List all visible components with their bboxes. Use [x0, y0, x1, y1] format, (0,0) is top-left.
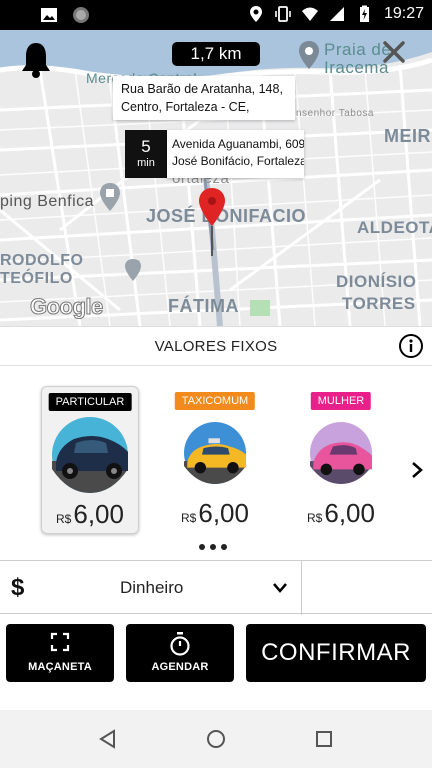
- map-label-dionisio: DIONÍSIO: [336, 272, 417, 291]
- taxi-icon: [184, 422, 246, 484]
- page-dot: [221, 544, 227, 550]
- category-badge: MULHER: [310, 392, 372, 410]
- category-price: R$6,00: [292, 498, 390, 529]
- gallery-icon: [41, 8, 57, 22]
- chevron-down-icon[interactable]: [272, 581, 288, 595]
- recents-icon[interactable]: [314, 729, 334, 749]
- map-label-benfica: ping Benfica: [0, 193, 95, 210]
- payment-method-row[interactable]: $ Dinheiro: [0, 560, 432, 615]
- category-badge: PARTICULAR: [48, 393, 132, 411]
- location-pin-icon: [199, 188, 225, 256]
- price-value: 6,00: [198, 498, 249, 528]
- payment-method-label: Dinheiro: [120, 578, 184, 597]
- notification-bell-icon[interactable]: [18, 40, 54, 80]
- category-mulher[interactable]: MULHER R$6,00: [292, 386, 390, 534]
- status-clock: 19:27: [383, 5, 424, 22]
- fixed-values-header: VALORES FIXOS: [0, 326, 432, 366]
- status-bar: 19:27: [0, 0, 432, 30]
- fixed-values-title: VALORES FIXOS: [154, 338, 278, 355]
- category-badge: TAXICOMUM: [174, 392, 256, 410]
- eta-value: 5: [141, 137, 151, 156]
- car-icon: [310, 422, 372, 484]
- currency-label: R$: [181, 511, 197, 525]
- category-taxicomum[interactable]: TAXICOMUM R$6,00: [166, 386, 264, 534]
- eta-unit: min: [137, 157, 155, 169]
- android-nav-bar: [0, 710, 432, 768]
- home-icon[interactable]: [206, 729, 226, 749]
- map-pin-small-icon: [125, 259, 141, 281]
- signal-icon: [329, 7, 344, 21]
- carousel-page-indicator: [199, 544, 227, 550]
- category-particular[interactable]: PARTICULAR R$6,00: [41, 386, 139, 534]
- eta-badge: 5 min: [125, 130, 167, 178]
- distance-badge: 1,7 km: [172, 42, 260, 66]
- map-label-teofilo: TEÓFILO: [0, 270, 73, 287]
- info-icon[interactable]: [398, 333, 424, 359]
- stopwatch-icon: [170, 632, 190, 656]
- map-label-fatima: FÁTIMA: [168, 296, 239, 316]
- shopping-pin-icon: [100, 183, 120, 211]
- price-value: 6,00: [324, 498, 375, 528]
- poi-pin-icon: [299, 41, 319, 69]
- back-icon[interactable]: [98, 729, 118, 749]
- price-value: 6,00: [73, 499, 124, 529]
- location-icon: [249, 6, 262, 22]
- agendar-label: AGENDAR: [151, 661, 209, 673]
- destination-address-line1: Avenida Aguanambi, 609,: [172, 137, 304, 151]
- google-logo: Google: [30, 294, 104, 320]
- wifi-icon: [301, 7, 318, 21]
- macaneta-label: MAÇANETA: [28, 661, 92, 673]
- dollar-icon: $: [11, 574, 25, 601]
- vibrate-icon: [275, 6, 291, 22]
- sync-icon: [73, 7, 89, 23]
- macaneta-button[interactable]: MAÇANETA: [6, 624, 114, 682]
- map-view[interactable]: 1,7 km Praia de Iracema Mercado Central …: [0, 30, 432, 326]
- car-icon: [52, 417, 128, 493]
- currency-label: R$: [56, 512, 72, 526]
- map-label-rodolfo: RODOLFO: [0, 252, 84, 269]
- page-dot: [199, 544, 205, 550]
- destination-address-callout[interactable]: Avenida Aguanambi, 609, José Bonifácio, …: [167, 130, 304, 178]
- chevron-right-icon[interactable]: [407, 460, 427, 480]
- pickup-address-callout[interactable]: Rua Barão de Aratanha, 148, Centro, Fort…: [113, 76, 295, 120]
- map-label-meireles: MEIRI: [384, 126, 432, 146]
- payment-divider: [301, 561, 302, 615]
- confirm-button[interactable]: CONFIRMAR: [246, 624, 426, 682]
- map-label-tabosa: nsenhor Tabosa: [296, 108, 374, 119]
- page-dot: [210, 544, 216, 550]
- destination-address-line2: José Bonifácio, Fortaleza -: [172, 154, 304, 168]
- map-label-torres: TORRES: [342, 294, 416, 313]
- map-label-aldeota: ALDEOTA: [357, 218, 432, 237]
- close-icon[interactable]: [380, 38, 408, 66]
- expand-icon: [50, 632, 70, 652]
- category-price: R$6,00: [166, 498, 264, 529]
- agendar-button[interactable]: AGENDAR: [126, 624, 234, 682]
- category-price: R$6,00: [42, 499, 138, 530]
- currency-label: R$: [307, 511, 323, 525]
- battery-charging-icon: [359, 5, 369, 22]
